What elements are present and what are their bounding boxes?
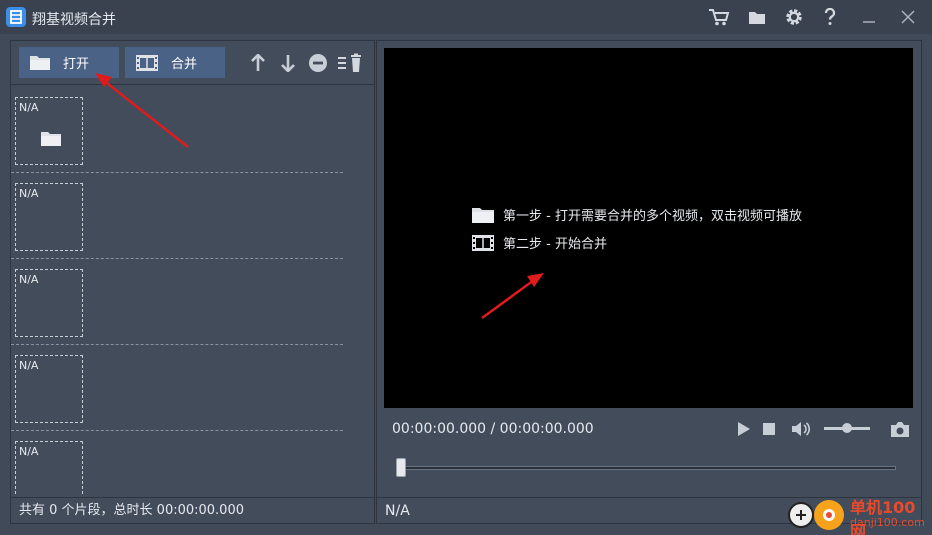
folder-icon[interactable] (745, 6, 769, 28)
move-down-arrow-icon[interactable] (278, 53, 298, 73)
seek-bar[interactable] (399, 466, 896, 470)
remove-circle-icon[interactable] (308, 53, 328, 73)
volume-slider-handle[interactable] (842, 423, 852, 433)
title-bar: 翔基视频合并 (0, 0, 932, 34)
open-button-label: 打开 (63, 56, 90, 71)
clip-list-panel: 打开 合并 N/A N/A N/A N/A N/A 共有 0 个片段，总时长 0… (10, 40, 375, 524)
clip-slot[interactable]: N/A (11, 259, 343, 345)
minimize-icon[interactable] (857, 6, 881, 28)
clear-list-trash-icon[interactable] (337, 53, 365, 73)
step1-text: 第一步 - 打开需要合并的多个视频，双击视频可播放 (503, 209, 802, 224)
film-strip-icon (471, 234, 495, 252)
folder-icon (29, 54, 51, 71)
step2-text: 第二步 - 开始合并 (503, 237, 607, 252)
settings-gear-icon[interactable] (782, 6, 806, 28)
video-preview[interactable]: 第一步 - 打开需要合并的多个视频，双击视频可播放 第二步 - 开始合并 (384, 48, 913, 408)
clip-summary-status: 共有 0 个片段，总时长 00:00:00.000 (11, 497, 374, 523)
play-icon[interactable] (734, 419, 754, 439)
merge-button-label: 合并 (171, 56, 198, 71)
clip-label: N/A (19, 101, 39, 114)
window-title: 翔基视频合并 (32, 12, 116, 28)
film-strip-icon (135, 54, 159, 72)
open-button[interactable]: 打开 (19, 47, 119, 78)
clip-slot[interactable]: N/A (11, 173, 343, 259)
clip-thumbnail[interactable]: N/A (15, 97, 83, 165)
move-up-arrow-icon[interactable] (248, 53, 268, 73)
app-logo-icon (6, 7, 26, 27)
merge-button[interactable]: 合并 (125, 47, 225, 78)
playback-time: 00:00:00.000 / 00:00:00.000 (392, 421, 594, 437)
watermark-url: danji100.com (850, 516, 925, 529)
clip-toolbar: 打开 合并 (11, 41, 374, 85)
clip-label: N/A (19, 359, 39, 372)
clip-label: N/A (19, 187, 39, 200)
camera-snapshot-icon[interactable] (890, 419, 910, 439)
close-icon[interactable] (896, 6, 920, 28)
volume-icon[interactable] (791, 419, 811, 439)
clip-label: N/A (19, 445, 39, 458)
folder-icon (40, 130, 62, 151)
clip-list[interactable]: N/A N/A N/A N/A N/A (11, 87, 374, 495)
step2-hint: 第二步 - 开始合并 (471, 233, 607, 252)
clip-thumbnail[interactable]: N/A (15, 355, 83, 423)
clip-thumbnail[interactable]: N/A (15, 441, 83, 495)
preview-panel: 第一步 - 打开需要合并的多个视频，双击视频可播放 第二步 - 开始合并 00:… (376, 40, 922, 524)
clip-label: N/A (19, 273, 39, 286)
clip-slot[interactable]: N/A (11, 345, 343, 431)
folder-icon (471, 206, 495, 224)
seek-handle[interactable] (396, 458, 406, 477)
site-watermark: 单机100网 danji100.com (784, 492, 930, 535)
clip-thumbnail[interactable]: N/A (15, 183, 83, 251)
step1-hint: 第一步 - 打开需要合并的多个视频，双击视频可播放 (471, 205, 802, 224)
plus-circle-icon (788, 502, 814, 528)
orange-circle-logo-icon (814, 500, 844, 530)
clip-thumbnail[interactable]: N/A (15, 269, 83, 337)
help-icon[interactable] (818, 6, 842, 28)
cart-icon[interactable] (707, 6, 731, 28)
clip-slot[interactable]: N/A (11, 87, 343, 173)
clip-slot[interactable]: N/A (11, 431, 343, 495)
stop-icon[interactable] (759, 419, 779, 439)
